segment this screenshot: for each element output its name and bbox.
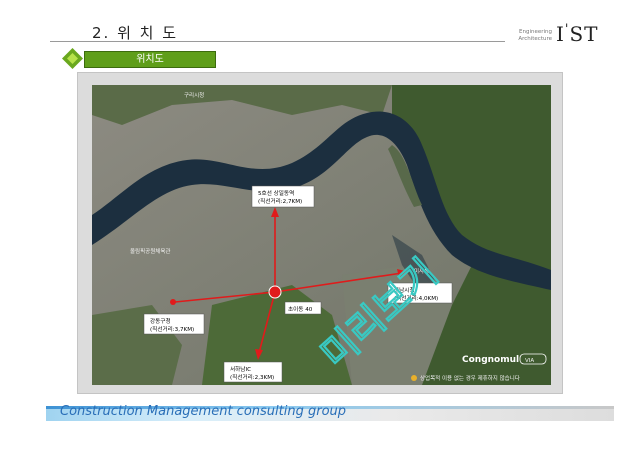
title-divider	[50, 41, 505, 42]
map-notice-icon	[411, 375, 417, 381]
callout-gangdong-name: 강동구청	[150, 318, 171, 325]
logo-tagline-line1: Engineering	[519, 29, 552, 35]
logo-tagline-line2: Architecture	[518, 36, 552, 42]
callout-station-dist: (직선거리:2,7KM)	[258, 197, 302, 205]
logo-tagline: Engineering Architecture	[506, 29, 552, 43]
map-brand-name: Congnomul	[462, 355, 519, 365]
section-header: 위치도	[62, 48, 216, 69]
logo-letter-i: I	[556, 22, 565, 46]
callout-center-name: 초이동 40	[288, 305, 313, 313]
footer-tagline: Construction Management consulting group	[60, 404, 347, 419]
company-logo: I'ST	[556, 22, 599, 46]
site-marker	[268, 285, 282, 299]
map-label-top-place: 구리시청	[184, 91, 204, 99]
callout-seohanam-dist: (직선거리:2,3KM)	[230, 373, 274, 381]
callout-station-name: 5호선 상일동역	[258, 189, 294, 197]
slide-title: 2. 위 치 도	[92, 24, 179, 42]
route-dot-gangdong	[170, 299, 176, 305]
satellite-map: 구리시청 올림픽공원체육관 미사동 5호선 상일동역 (직선거리:2,7KM) …	[92, 85, 551, 385]
map-copyright-notice: 상업목적 이용 없는 경우 제휴하지 않습니다	[420, 374, 520, 382]
logo-letters-st: ST	[569, 22, 599, 46]
map-label-olympic: 올림픽공원체육관	[130, 247, 170, 255]
section-label: 위치도	[84, 51, 216, 68]
map-brand-badge-text: VIA	[525, 358, 534, 364]
callout-gangdong-dist: (직선거리:3,7KM)	[150, 325, 194, 333]
callout-seohanam-name: 서하남IC	[230, 365, 251, 373]
diamond-bullet-icon	[62, 48, 83, 69]
